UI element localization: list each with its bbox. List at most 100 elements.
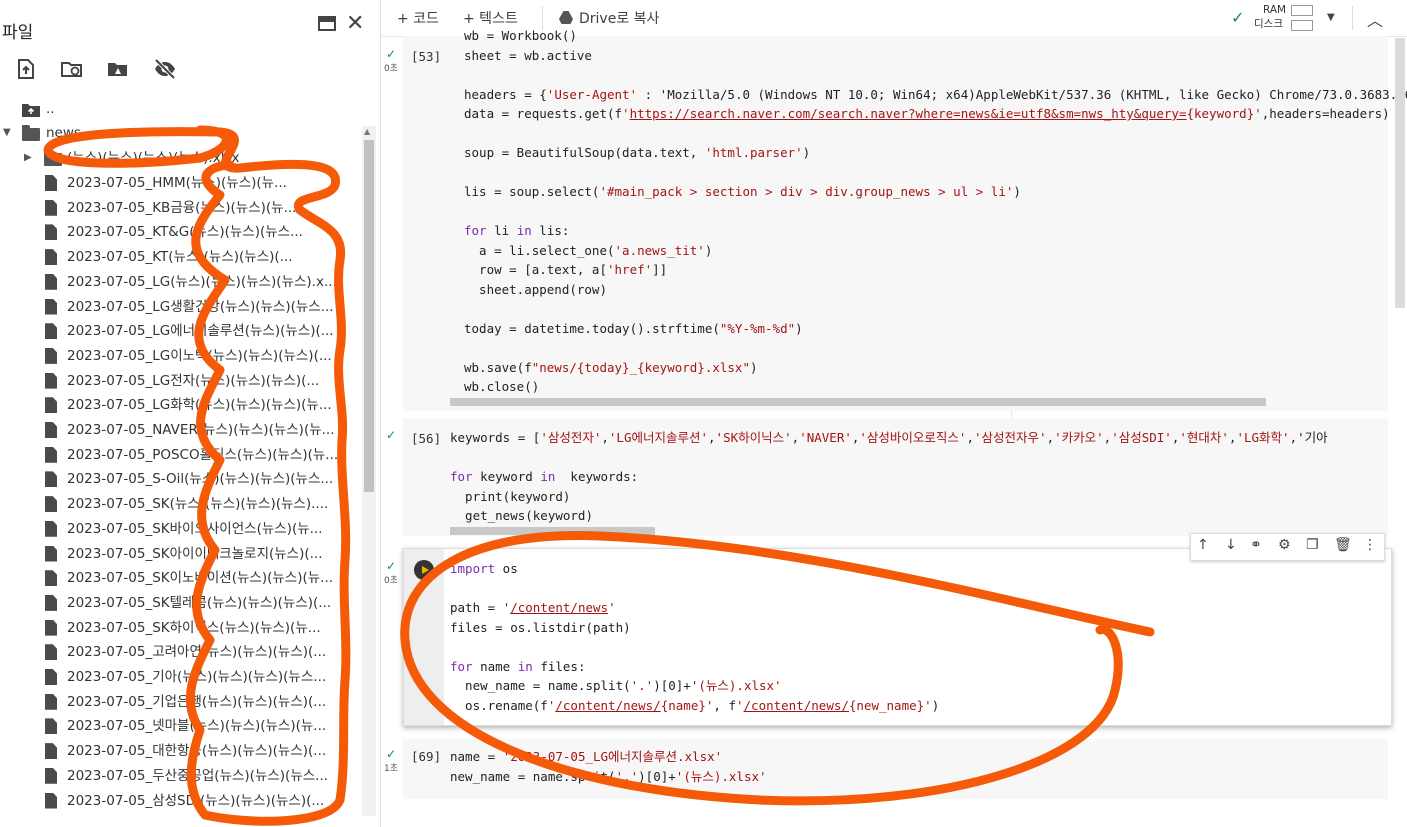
file-row[interactable]: 2023-07-05_HMM(뉴스)(뉴스)(뉴... (0, 171, 360, 195)
file-row[interactable]: 2023-07-05_삼성SDI(뉴스)(뉴스)(뉴스)(... (0, 789, 360, 813)
file-icon (45, 199, 57, 216)
code-line: wb.close() (464, 379, 540, 394)
file-label: 2023-07-05_KT(뉴스)(뉴스)(뉴스)(... (67, 249, 293, 266)
code-line: keywords = ['삼성전자','LG에너지솔루션','SK하이닉스','… (450, 430, 1328, 445)
file-row[interactable]: 2023-07-05_LG에너지솔루션(뉴스)(뉴스)(... (0, 319, 360, 343)
notebook-scrollbar[interactable] (1395, 38, 1405, 308)
file-row[interactable]: 2023-07-05_LG이노텍(뉴스)(뉴스)(뉴스)(... (0, 344, 360, 368)
file-row[interactable]: 2023-07-05_SK(뉴스)(뉴스)(뉴스)(뉴스).... (0, 492, 360, 516)
settings-icon[interactable]: ⚙ (1278, 537, 1291, 553)
parent-folder-row[interactable]: .. (0, 97, 360, 121)
arrow-up-icon[interactable]: ↑ (1197, 537, 1209, 553)
arrow-down-icon[interactable]: ↓ (1225, 537, 1237, 553)
hide-icon[interactable] (153, 57, 177, 81)
refresh-folder-icon[interactable] (60, 57, 84, 81)
file-row[interactable]: 2023-07-05_LG생활건강(뉴스)(뉴스)(뉴스... (0, 295, 360, 319)
panel-title: 파일 (2, 23, 34, 43)
code-editor[interactable]: import os path = '/content/news' files = o… (450, 559, 939, 715)
file-icon (45, 298, 57, 315)
file-row[interactable]: 2023-07-05_SK바이오사이언스(뉴스)(뉴... (0, 517, 360, 541)
success-check-icon: ✓ (385, 559, 397, 573)
run-status: ✓ 0초 (381, 559, 401, 586)
file-row[interactable]: 2023-07-05_두산중공업(뉴스)(뉴스)(뉴스... (0, 764, 360, 788)
add-code-button[interactable]: + 코드 (397, 8, 439, 28)
file-row[interactable]: 2023-07-05_고려아연(뉴스)(뉴스)(뉴스)(... (0, 640, 360, 664)
file-label: 2023-07-05_POSCO홀딩스(뉴스)(뉴스)(뉴... (67, 446, 339, 463)
caret-right-icon[interactable]: ▶ (24, 146, 32, 170)
dropdown-caret-icon[interactable]: ▼ (1327, 12, 1335, 23)
sidebar-scroll-thumb[interactable] (364, 140, 374, 492)
file-label: 2023-07-05_LG에너지솔루션(뉴스)(뉴스)(... (67, 323, 334, 340)
file-label: 2023-07-05_LG화학(뉴스)(뉴스)(뉴스)(뉴... (67, 397, 332, 414)
file-row[interactable]: 2023-07-05_SK아이이테크놀로지(뉴스)(... (0, 542, 360, 566)
folder-icon (44, 150, 62, 166)
file-row[interactable]: 2023-07-05_NAVER(뉴스)(뉴스)(뉴스)(뉴... (0, 418, 360, 442)
file-icon (45, 347, 57, 364)
file-row[interactable]: 2023-07-05_넷마블(뉴스)(뉴스)(뉴스)(뉴... (0, 714, 360, 738)
file-icon (45, 397, 57, 414)
file-label: 2023-07-05_SK아이이테크놀로지(뉴스)(... (67, 545, 323, 562)
file-icon (45, 471, 57, 488)
file-row[interactable]: 2023-07-05_SK이노베이션(뉴스)(뉴스)(뉴... (0, 566, 360, 590)
code-line: sheet.append(row) (464, 281, 607, 297)
folder-row-news[interactable]: ▼ news (0, 121, 360, 145)
file-label: 2023-07-05_고려아연(뉴스)(뉴스)(뉴스)(... (67, 644, 327, 661)
file-row[interactable]: 2023-07-05_KT&G(뉴스)(뉴스)(뉴스... (0, 220, 360, 244)
add-text-button[interactable]: + 텍스트 (463, 8, 518, 28)
file-label: 2023-07-05_넷마블(뉴스)(뉴스)(뉴스)(뉴... (67, 718, 327, 735)
file-label: 2023-07-05_SK(뉴스)(뉴스)(뉴스)(뉴스).... (67, 496, 329, 513)
folder-row-subfolder[interactable]: ▶ (뉴스)(뉴스)(뉴스)(뉴스).xlsx (0, 146, 360, 170)
file-row[interactable]: 2023-07-05_기아(뉴스)(뉴스)(뉴스)(뉴스... (0, 665, 360, 689)
caret-down-icon[interactable]: ▼ (3, 121, 11, 145)
folder-icon (22, 125, 40, 141)
file-row[interactable]: 2023-07-05_POSCO홀딩스(뉴스)(뉴스)(뉴... (0, 443, 360, 467)
run-cell-button[interactable] (414, 560, 434, 580)
file-row[interactable]: 2023-07-05_대한항공(뉴스)(뉴스)(뉴스)(... (0, 739, 360, 763)
mirror-cell-icon[interactable]: ❐ (1306, 537, 1319, 553)
code-editor[interactable]: wb = Workbook() sheet = wb.active headers … (464, 26, 1407, 397)
file-icon (45, 372, 57, 389)
code-line: path = '/content/news' (450, 600, 616, 615)
file-row[interactable]: 2023-07-05_KT(뉴스)(뉴스)(뉴스)(... (0, 245, 360, 269)
close-icon[interactable]: ✕ (346, 12, 364, 36)
code-line: new_name = name.split('.')[0]+'(뉴스).xlsx… (450, 768, 767, 784)
parent-folder-label: .. (46, 101, 55, 117)
file-icon (45, 792, 57, 809)
open-in-window-icon[interactable] (318, 16, 336, 31)
code-line: os.rename(f'/content/news/{name}', f'/co… (450, 697, 940, 713)
file-row[interactable]: 2023-07-05_LG(뉴스)(뉴스)(뉴스)(뉴스).x... (0, 270, 360, 294)
code-editor[interactable]: keywords = ['삼성전자','LG에너지솔루션','SK하이닉스','… (450, 428, 1328, 526)
more-icon[interactable]: ⋮ (1363, 537, 1377, 553)
file-row[interactable]: 2023-07-05_LG전자(뉴스)(뉴스)(뉴스)(... (0, 369, 360, 393)
file-icon (45, 767, 57, 784)
code-line: for keyword in keywords: (450, 469, 639, 484)
upload-icon[interactable] (14, 57, 38, 81)
copy-to-drive-button[interactable]: Drive로 복사 (579, 8, 659, 28)
file-icon (45, 249, 57, 266)
horizontal-scrollbar[interactable] (450, 398, 1266, 406)
file-label: 2023-07-05_LG이노텍(뉴스)(뉴스)(뉴스)(... (67, 347, 332, 364)
file-row[interactable]: 2023-07-05_기업은행(뉴스)(뉴스)(뉴스)(... (0, 690, 360, 714)
file-label: 2023-07-05_기아(뉴스)(뉴스)(뉴스)(뉴스... (67, 669, 327, 685)
file-row[interactable]: 2023-07-05_KB금융(뉴스)(뉴스)(뉴... (0, 196, 360, 220)
drive-folder-icon[interactable] (106, 57, 130, 81)
file-label: 2023-07-05_KT&G(뉴스)(뉴스)(뉴스... (67, 224, 303, 241)
file-icon (45, 323, 57, 340)
file-row[interactable]: 2023-07-05_LG화학(뉴스)(뉴스)(뉴스)(뉴... (0, 393, 360, 417)
code-line: for name in files: (450, 658, 586, 674)
file-row[interactable]: 2023-07-05_SK텔레콤(뉴스)(뉴스)(뉴스)(... (0, 591, 360, 615)
scroll-up-icon[interactable]: ▲ (364, 127, 370, 136)
link-icon[interactable]: ⚭ (1250, 537, 1262, 553)
code-line: import os (450, 561, 518, 576)
file-row[interactable]: 2023-07-05_SK하이닉스(뉴스)(뉴스)(뉴... (0, 616, 360, 640)
file-label: 2023-07-05_삼성SDI(뉴스)(뉴스)(뉴스)(... (67, 792, 325, 809)
success-check-icon: ✓ (385, 47, 397, 61)
code-editor[interactable]: name = '2023-07-05_LG에너지솔루션.xlsx' new_nam… (450, 747, 767, 786)
success-check-icon: ✓ (386, 428, 397, 442)
file-row[interactable]: 2023-07-05_S-Oil(뉴스)(뉴스)(뉴스)(뉴스... (0, 467, 360, 491)
delete-icon[interactable]: 🗑 (1334, 537, 1352, 553)
horizontal-scrollbar[interactable] (450, 527, 655, 535)
code-line: for li in lis: (464, 223, 570, 238)
